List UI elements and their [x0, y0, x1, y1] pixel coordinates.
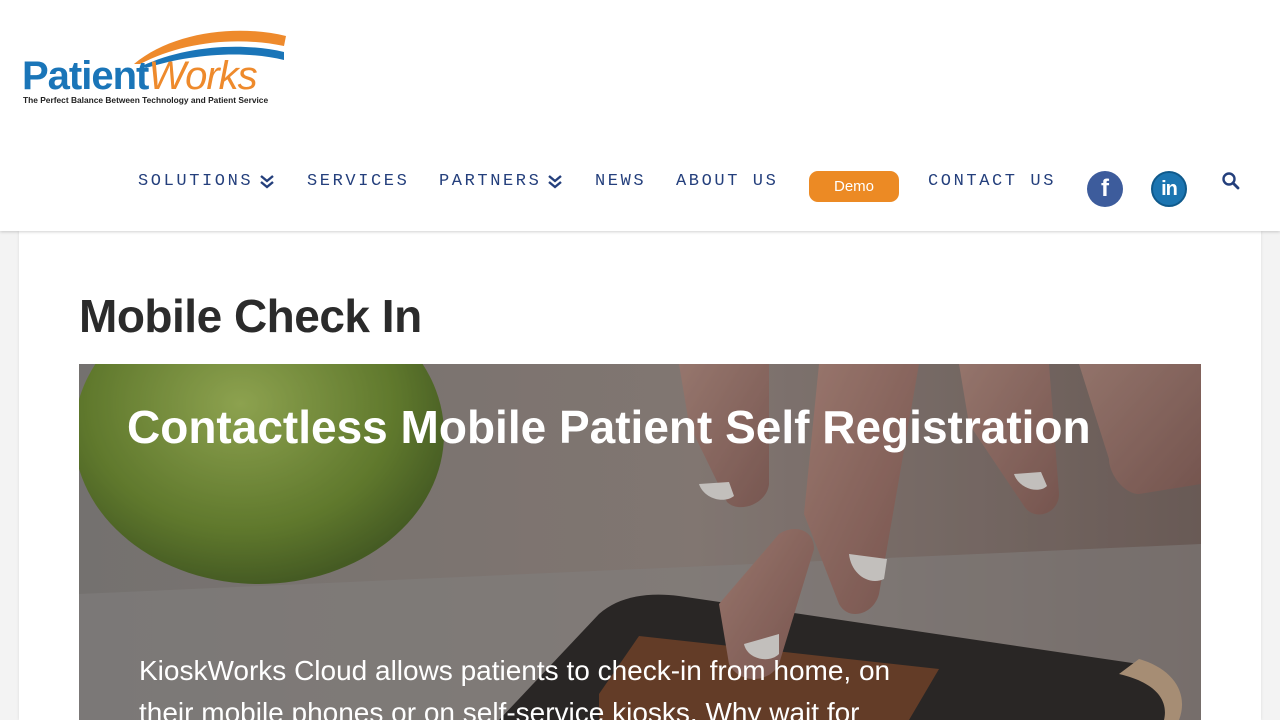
logo-wordmark: PatientWorks — [22, 54, 258, 98]
nav-news[interactable]: NEWS — [595, 170, 646, 192]
hero-banner: Contactless Mobile Patient Self Registra… — [79, 364, 1201, 720]
search-icon[interactable] — [1221, 171, 1241, 191]
nav-solutions-label: SOLUTIONS — [138, 171, 254, 191]
nav-about-us[interactable]: ABOUT US — [676, 170, 778, 192]
patientworks-logo[interactable]: PatientWorks The Perfect Balance Between… — [22, 24, 288, 110]
main-navigation: SOLUTIONS SERVICES PARTNERS NEWS ABOUT U… — [0, 160, 1280, 210]
site-header: PatientWorks The Perfect Balance Between… — [0, 0, 1280, 231]
nav-services[interactable]: SERVICES — [307, 170, 409, 192]
nav-contact-us-label: CONTACT US — [928, 171, 1057, 191]
chevron-down-icon — [548, 175, 563, 189]
linkedin-icon[interactable]: in — [1151, 171, 1187, 207]
facebook-icon[interactable]: f — [1087, 171, 1123, 207]
nav-partners-label: PARTNERS — [439, 171, 542, 191]
nav-news-label: NEWS — [595, 171, 647, 191]
nav-solutions[interactable]: SOLUTIONS — [138, 170, 275, 192]
demo-button[interactable]: Demo — [809, 171, 899, 202]
main-content: Mobile Check In Contactless Mobile Patie… — [19, 231, 1261, 720]
nav-contact-us[interactable]: CONTACT US — [928, 170, 1056, 192]
nav-partners[interactable]: PARTNERS — [439, 170, 563, 192]
chevron-down-icon — [260, 175, 274, 189]
facebook-glyph: f — [1101, 175, 1109, 202]
nav-about-us-label: ABOUT US — [676, 171, 779, 191]
linkedin-glyph: in — [1161, 177, 1178, 200]
hero-body-text: KioskWorks Cloud allows patients to chec… — [139, 655, 891, 720]
hero-title: Contactless Mobile Patient Self Registra… — [127, 401, 1091, 453]
page-title: Mobile Check In — [79, 290, 422, 342]
logo-tagline: The Perfect Balance Between Technology a… — [23, 95, 269, 105]
nav-services-label: SERVICES — [307, 171, 410, 191]
